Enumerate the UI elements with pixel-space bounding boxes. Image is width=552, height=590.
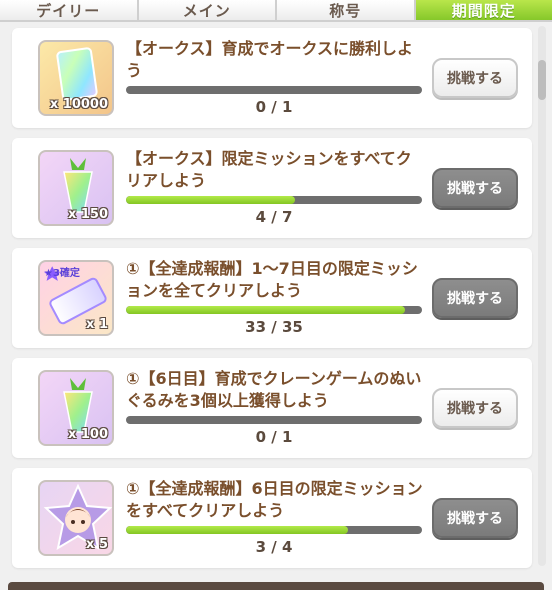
guaranteed-badge: ★3確定	[44, 268, 80, 279]
bottom-frame	[8, 582, 544, 590]
tab-main[interactable]: メイン	[138, 0, 277, 22]
scrollbar-thumb[interactable]	[538, 60, 546, 100]
reward-item: x 150	[38, 150, 114, 226]
challenge-button[interactable]: 挑戦する	[432, 498, 518, 538]
mission-title: ①【6日目】育成でクレーンゲームのぬいぐるみを3個以上獲得しよう	[126, 369, 422, 410]
mission-card: x 150 【オークス】限定ミッションをすべてクリアしよう 4 / 7 挑戦する	[12, 138, 532, 238]
progress-fill	[126, 196, 296, 204]
challenge-button[interactable]: 挑戦する	[432, 388, 518, 428]
mission-card: x 10000 【オークス】育成でオークスに勝利しよう 0 / 1 挑戦する	[12, 28, 532, 128]
progress-text: 33 / 35	[245, 318, 303, 336]
reward-item: x 5	[38, 480, 114, 556]
tab-limited-time[interactable]: 期間限定	[415, 0, 552, 22]
progress-bar	[126, 86, 422, 94]
reward-quantity: x 10000	[49, 97, 108, 112]
challenge-button[interactable]: 挑戦する	[432, 168, 518, 208]
progress-fill	[126, 306, 406, 314]
scrollbar-track[interactable]	[538, 26, 546, 566]
reward-item: ★3確定 x 1	[38, 260, 114, 336]
reward-item: x 10000	[38, 40, 114, 116]
tab-bar: デイリー メイン 称号 期間限定	[0, 0, 552, 22]
reward-quantity: x 150	[67, 207, 108, 222]
mission-title: 【オークス】限定ミッションをすべてクリアしよう	[126, 149, 412, 190]
progress-bar	[126, 306, 422, 314]
challenge-button[interactable]: 挑戦する	[432, 278, 518, 318]
mission-card: x 100 ①【6日目】育成でクレーンゲームのぬいぐるみを3個以上獲得しよう 0…	[12, 358, 532, 458]
progress-bar	[126, 416, 422, 424]
mission-card: x 5 ①【全達成報酬】6日目の限定ミッションをすべてクリアしよう 3 / 4 …	[12, 468, 532, 568]
tab-titles[interactable]: 称号	[277, 0, 416, 22]
reward-quantity: x 100	[67, 427, 108, 442]
mission-title: 【オークス】育成でオークスに勝利しよう	[126, 39, 414, 80]
reward-item: x 100	[38, 370, 114, 446]
progress-text: 3 / 4	[255, 538, 293, 556]
challenge-button[interactable]: 挑戦する	[432, 58, 518, 98]
progress-text: 0 / 1	[255, 428, 293, 446]
progress-bar	[126, 526, 422, 534]
progress-fill	[126, 526, 348, 534]
mission-card: ★3確定 x 1 ①【全達成報酬】1～7日目の限定ミッションを全てクリアしよう …	[12, 248, 532, 348]
progress-bar	[126, 196, 422, 204]
progress-text: 4 / 7	[255, 208, 293, 226]
reward-quantity: x 1	[86, 317, 108, 332]
progress-text: 0 / 1	[255, 98, 293, 116]
tab-daily[interactable]: デイリー	[0, 0, 139, 22]
mission-title: ①【全達成報酬】6日目の限定ミッションをすべてクリアしよう	[126, 479, 423, 520]
mission-title: ①【全達成報酬】1～7日目の限定ミッションを全てクリアしよう	[126, 259, 418, 300]
reward-quantity: x 5	[86, 537, 108, 552]
